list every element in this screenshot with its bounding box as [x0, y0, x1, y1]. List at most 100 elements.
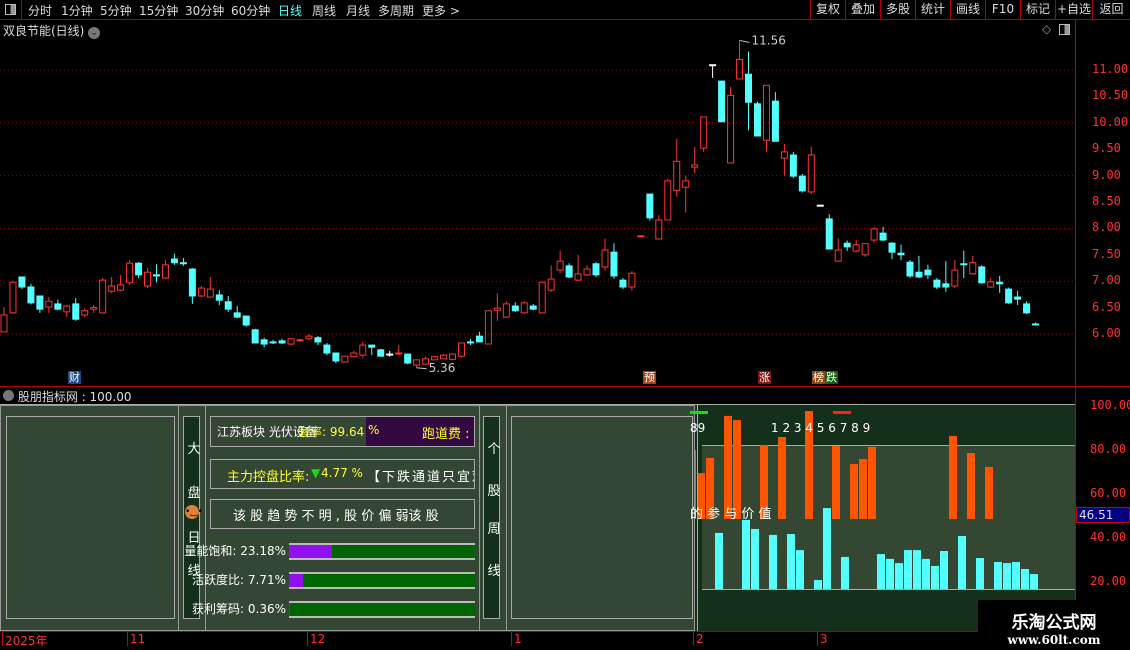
current-value-badge: 46.51 — [1076, 507, 1130, 523]
price-tick: 10.50 — [1092, 88, 1129, 103]
orange-bar — [859, 459, 867, 519]
control-box: 主力控盘比率: ▼ 4.77 % 【下跌通道只宜观 — [210, 459, 475, 489]
price-tick: 6.00 — [1092, 326, 1121, 340]
price-tick: 8.00 — [1092, 220, 1121, 235]
cyan-bar — [742, 519, 750, 589]
red-mark — [833, 411, 851, 414]
event-marker[interactable]: 财 — [68, 371, 81, 384]
progress-bar — [289, 543, 475, 560]
price-tick: 8.50 — [1092, 194, 1121, 208]
date-label: 2025年 — [5, 634, 48, 648]
indicator-tick: 80.00 — [1090, 442, 1127, 456]
event-marker[interactable]: 榜 — [812, 371, 825, 384]
price-tick: 6.50 — [1092, 299, 1121, 314]
date-label: 11 — [130, 632, 146, 646]
lock-rate: 套率: 99.64 — [298, 425, 365, 439]
date-label: 1 — [514, 632, 522, 646]
cyan-bar — [1030, 574, 1038, 589]
stock-column-char: 周 — [487, 522, 501, 537]
date-label: 3 — [820, 632, 828, 646]
stock-column-char: 线 — [487, 564, 501, 579]
cyan-bar — [1012, 561, 1020, 589]
orange-bar — [967, 453, 975, 519]
price-tick: 7.00 — [1092, 273, 1121, 288]
cyan-bar — [886, 558, 894, 589]
indicator-tick: 20.00 — [1090, 574, 1127, 588]
date-label: 12 — [310, 632, 326, 646]
cyan-bar — [931, 565, 939, 589]
face-icon: •‿• — [185, 505, 203, 519]
cyan-bar — [913, 550, 921, 589]
price-tick: 11.00 — [1092, 62, 1129, 76]
indicator-tick: 100.00 — [1090, 398, 1130, 412]
cyan-bar — [715, 532, 723, 589]
progress-fill — [289, 545, 333, 558]
cyan-bar — [751, 528, 759, 589]
digits-partial: 89 — [690, 421, 706, 435]
watermark-name: 乐淘公式网 — [1011, 613, 1097, 633]
price-tick: 7.50 — [1092, 246, 1121, 261]
cyan-bar — [994, 561, 1002, 589]
cyan-bar — [976, 558, 984, 589]
cyan-bar — [814, 580, 822, 589]
orange-bar — [850, 464, 858, 519]
toolbar-button[interactable]: 返回 — [1092, 0, 1130, 20]
date-tick — [693, 632, 694, 646]
orange-bar — [868, 446, 876, 519]
date-tick — [127, 632, 128, 646]
progress-fill — [289, 574, 304, 587]
orange-bar — [985, 466, 993, 519]
progress-bar — [289, 572, 475, 589]
indicator-tick: 40.00 — [1090, 530, 1127, 544]
progress-fill — [289, 603, 290, 616]
control-note: 【下跌通道只宜观 — [367, 470, 474, 485]
watermark: 乐淘公式网 www.60lt.com — [978, 600, 1130, 650]
control-value: 4.77 % — [321, 466, 363, 480]
watermark-url: www.60lt.com — [1007, 633, 1101, 647]
orange-bar — [949, 435, 957, 519]
price-tick: 9.00 — [1092, 167, 1121, 182]
digit-sequence: 1 2 3 4 5 6 7 8 9 — [771, 421, 871, 435]
cyan-bar — [823, 508, 831, 589]
progress-label: 量能饱和: 23.18% — [184, 544, 286, 558]
cyan-bar — [769, 534, 777, 589]
lock-rate-unit: % — [368, 423, 380, 437]
runway-fee: 跑道费 : — [422, 427, 470, 442]
orange-bar — [832, 446, 840, 519]
green-mark — [690, 411, 708, 414]
cyan-bar — [940, 550, 948, 589]
cyan-bar — [1021, 569, 1029, 589]
cyan-bar — [895, 563, 903, 589]
progress-label: 活跃度比: 7.71% — [192, 573, 286, 587]
date-tick — [2, 632, 3, 646]
cyan-bar — [841, 556, 849, 589]
down-triangle-icon: ▼ — [311, 466, 321, 480]
trend-box: 该 股 趋 势 不 明 , 股 价 偏 弱该 股 — [210, 499, 475, 529]
date-label: 2 — [696, 632, 704, 646]
event-marker[interactable]: 跌 — [825, 371, 838, 384]
cyan-bar — [877, 554, 885, 589]
event-marker[interactable]: 预 — [643, 371, 656, 384]
stock-column-char: 股 — [487, 484, 501, 499]
date-tick — [817, 632, 818, 646]
indicator-tick: 60.00 — [1090, 486, 1127, 500]
event-marker[interactable]: 涨 — [758, 371, 771, 384]
date-tick — [307, 632, 308, 646]
cyan-bar — [796, 550, 804, 589]
cyan-bar — [904, 550, 912, 589]
progress-bar — [289, 601, 475, 618]
price-tick: 10.00 — [1092, 114, 1129, 129]
control-label: 主力控盘比率: — [227, 470, 310, 485]
trend-text: 该 股 趋 势 不 明 , 股 价 偏 弱该 股 — [233, 509, 439, 524]
market-box — [6, 416, 175, 619]
value-text: 的 参 与 价 值 — [690, 507, 772, 522]
cyan-bar — [958, 536, 966, 589]
stock-column-char: 个 — [487, 442, 501, 457]
cyan-bar — [922, 558, 930, 589]
cyan-bar — [787, 534, 795, 589]
stock-box — [511, 416, 693, 619]
market-column-char: 盘 — [187, 486, 201, 501]
market-column-char: 大 — [187, 442, 201, 457]
cyan-bar — [1003, 563, 1011, 589]
axis-divider — [1075, 20, 1076, 632]
